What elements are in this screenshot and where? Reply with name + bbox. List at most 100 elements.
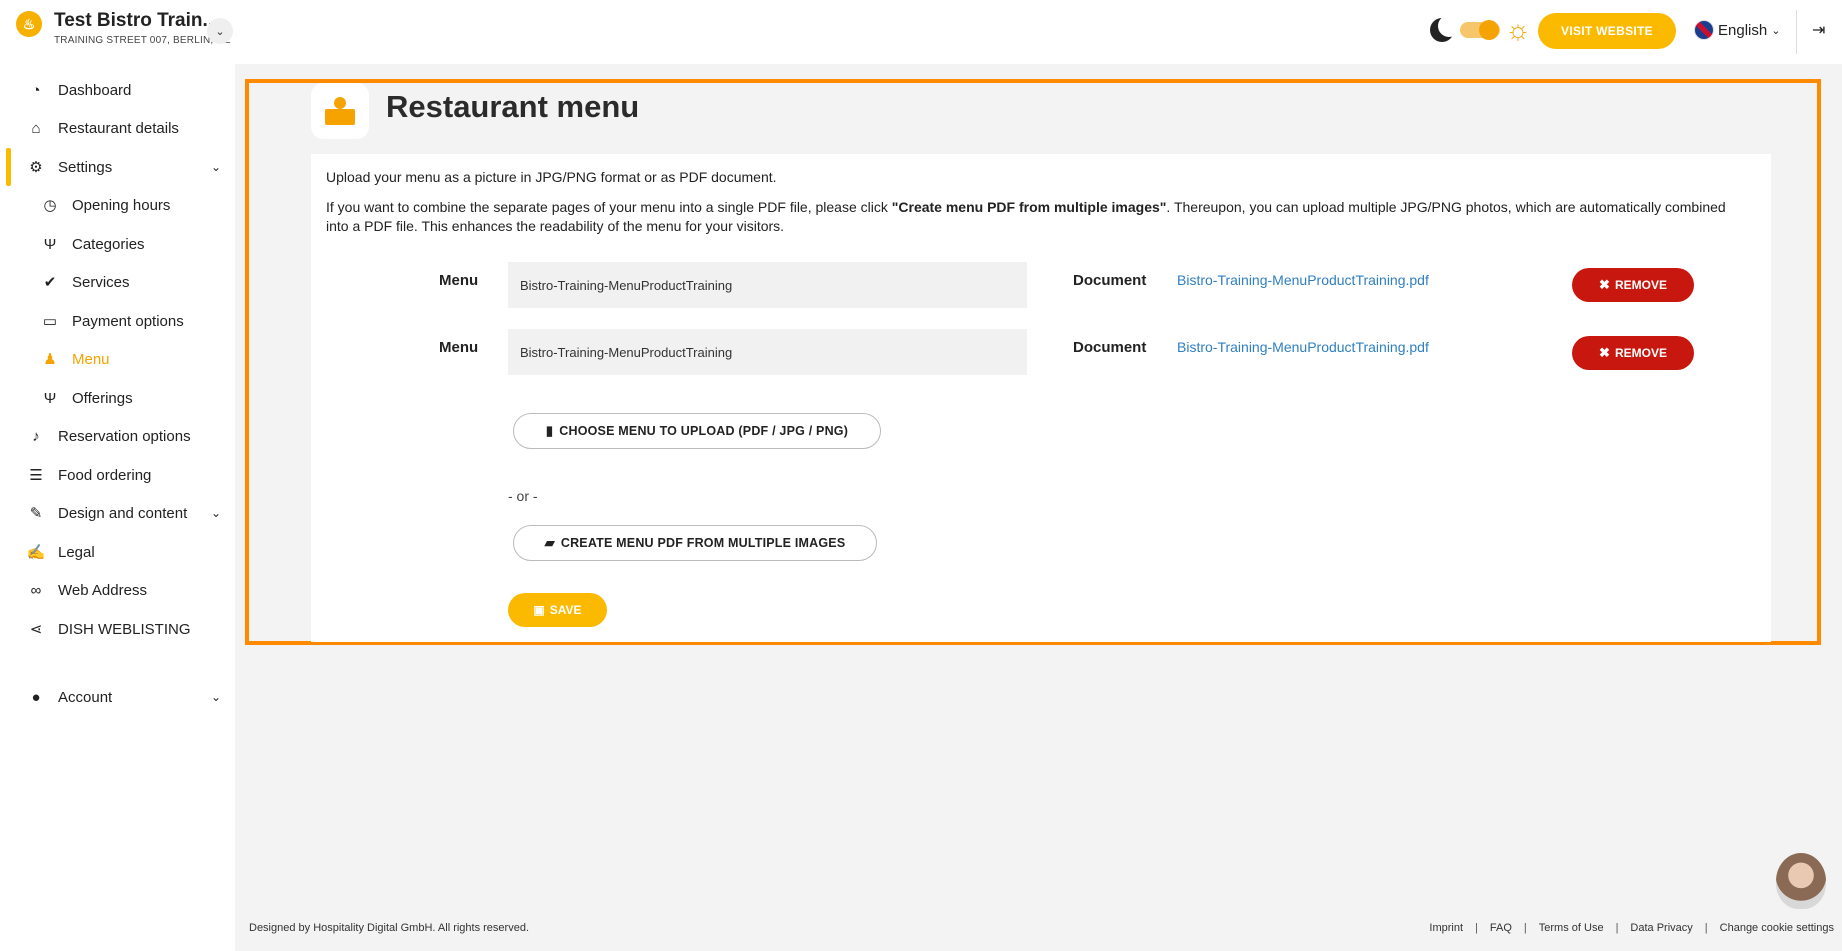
divider: | [1523, 922, 1527, 934]
sidebar-item-dashboard[interactable]: ◔ Dashboard [0, 71, 235, 109]
sidebar-item-label: Reservation options [58, 427, 191, 445]
sidebar-item-account[interactable]: ● Account ⌄ [0, 678, 235, 716]
divider: | [1475, 922, 1478, 934]
folder-open-icon: ▰ [544, 535, 555, 550]
chevron-down-icon[interactable]: ⌄ [207, 18, 233, 44]
sidebar-item-settings[interactable]: ⚙ Settings ⌄ [0, 148, 235, 186]
sidebar-item-opening-hours[interactable]: ◷ Opening hours [0, 186, 235, 224]
link-icon: ∞ [30, 581, 42, 599]
remove-button[interactable]: ✖ REMOVE [1572, 336, 1694, 370]
or-separator: - or - [508, 488, 538, 504]
footer-link-imprint[interactable]: Imprint [1429, 922, 1463, 934]
divider [1796, 10, 1797, 54]
cutlery-icon: Ψ [43, 235, 57, 253]
menu-label: Menu [439, 272, 479, 289]
sidebar-item-label: Design and content [58, 504, 188, 522]
theme-toggle[interactable]: ☼ [1428, 14, 1532, 45]
document-label: Document [1073, 339, 1147, 356]
sidebar-item-label: DISH WEBLISTING [58, 620, 191, 638]
sidebar-item-web-address[interactable]: ∞ Web Address [0, 571, 235, 609]
legal-icon: ✍ [26, 544, 46, 561]
sidebar-item-services[interactable]: ✔ Services [0, 263, 235, 301]
create-menu-pdf-button[interactable]: ▰ CREATE MENU PDF FROM MULTIPLE IMAGES [513, 525, 877, 561]
language-selector[interactable]: English ⌄ [1694, 20, 1780, 40]
menu-name-input[interactable] [508, 329, 1027, 375]
sidebar-item-categories[interactable]: Ψ Categories [0, 225, 235, 263]
sidebar-item-payment-options[interactable]: ▭ Payment options [0, 302, 235, 340]
clock-icon: ◷ [43, 197, 57, 214]
visit-website-button[interactable]: VISIT WEBSITE [1538, 13, 1676, 49]
sidebar: ◔ Dashboard ⌂ Restaurant details ⚙ Setti… [0, 64, 235, 951]
sidebar-item-label: Offerings [72, 389, 133, 407]
sidebar-item-legal[interactable]: ✍ Legal [0, 533, 235, 571]
sun-icon: ☼ [1505, 14, 1531, 45]
footer-link-cookie-settings[interactable]: Change cookie settings [1720, 922, 1834, 934]
restaurant-name: Test Bistro Train.. [54, 10, 214, 31]
dashboard-icon: ◔ [31, 81, 41, 99]
page-title: Restaurant menu [386, 89, 640, 124]
footer-link-privacy[interactable]: Data Privacy [1630, 922, 1692, 934]
sidebar-item-label: Opening hours [72, 196, 171, 214]
document-link[interactable]: Bistro-Training-MenuProductTraining.pdf [1177, 339, 1429, 355]
moon-icon [1428, 15, 1460, 44]
footer-copyright: Designed by Hospitality Digital GmbH. Al… [249, 922, 530, 934]
chevron-down-icon: ⌄ [210, 690, 221, 704]
chevron-down-icon: ⌄ [1771, 24, 1781, 37]
logout-icon[interactable]: ⇥ [1812, 20, 1825, 40]
save-button[interactable]: ▣ SAVE [508, 593, 607, 627]
gear-icon: ⚙ [29, 159, 43, 176]
book-reader-icon: ♟ [43, 351, 57, 368]
intro-combine-text: If you want to combine the separate page… [326, 199, 1726, 234]
menu-book-icon [311, 83, 369, 139]
sidebar-item-label: Payment options [72, 312, 184, 330]
cutlery-icon: Ψ [43, 389, 57, 407]
sidebar-item-label: Menu [72, 350, 110, 368]
sidebar-item-label: Categories [72, 235, 145, 253]
restaurant-selector[interactable]: ♨ Test Bistro Train.. TRAINING STREET 00… [16, 10, 231, 46]
check-circle-icon: ✔ [43, 274, 57, 291]
sidebar-item-dish-weblisting[interactable]: ⋖ DISH WEBLISTING [0, 610, 235, 648]
floppy-disk-icon: ▣ [533, 603, 545, 617]
close-icon: ✖ [1599, 277, 1610, 292]
sidebar-item-label: Settings [58, 158, 113, 176]
menu-name-input[interactable] [508, 262, 1027, 308]
top-bar: ♨ Test Bistro Train.. TRAINING STREET 00… [0, 0, 1842, 64]
brush-icon: ✎ [29, 505, 43, 522]
menu-label: Menu [439, 339, 479, 356]
sidebar-item-label: Restaurant details [58, 119, 179, 137]
sidebar-item-label: Legal [58, 543, 95, 561]
footer-link-terms[interactable]: Terms of Use [1539, 922, 1604, 934]
theme-switch[interactable] [1460, 20, 1500, 40]
divider: | [1704, 922, 1708, 934]
document-link[interactable]: Bistro-Training-MenuProductTraining.pdf [1177, 272, 1429, 288]
sidebar-item-label: Web Address [58, 581, 147, 599]
sidebar-item-label: Dashboard [58, 81, 132, 99]
bell-icon: ♪ [32, 427, 40, 445]
chevron-down-icon: ⌄ [210, 160, 221, 174]
sidebar-item-restaurant-details[interactable]: ⌂ Restaurant details [0, 109, 235, 147]
sidebar-item-food-ordering[interactable]: ☰ Food ordering [0, 456, 235, 494]
credit-card-icon: ▭ [42, 313, 58, 330]
footer-link-faq[interactable]: FAQ [1490, 922, 1512, 934]
home-icon: ⌂ [31, 119, 41, 137]
divider: | [1615, 922, 1619, 934]
user-icon: ● [31, 688, 41, 706]
file-icon: ▮ [545, 423, 554, 438]
sidebar-item-reservation-options[interactable]: ♪ Reservation options [0, 417, 235, 455]
food-order-icon: ☰ [29, 467, 43, 484]
sidebar-item-label: Food ordering [58, 466, 152, 484]
sidebar-item-menu[interactable]: ♟ Menu [0, 340, 235, 378]
intro-text: Upload your menu as a picture in JPG/PNG… [326, 169, 777, 185]
document-label: Document [1073, 272, 1147, 289]
support-avatar[interactable] [1776, 853, 1826, 909]
choose-menu-upload-button[interactable]: ▮ CHOOSE MENU TO UPLOAD (PDF / JPG / PNG) [513, 413, 881, 449]
sidebar-item-offerings[interactable]: Ψ Offerings [0, 379, 235, 417]
close-icon: ✖ [1599, 345, 1610, 360]
restaurant-address: TRAINING STREET 007, BERLIN, DE [54, 35, 231, 46]
footer-links: Imprint | FAQ | Terms of Use | Data Priv… [1429, 922, 1834, 934]
restaurant-logo-icon: ♨ [16, 11, 42, 37]
language-label: English [1718, 21, 1768, 39]
remove-button[interactable]: ✖ REMOVE [1572, 268, 1694, 302]
sidebar-item-design-and-content[interactable]: ✎ Design and content ⌄ [0, 494, 235, 532]
sidebar-item-label: Account [58, 688, 113, 706]
